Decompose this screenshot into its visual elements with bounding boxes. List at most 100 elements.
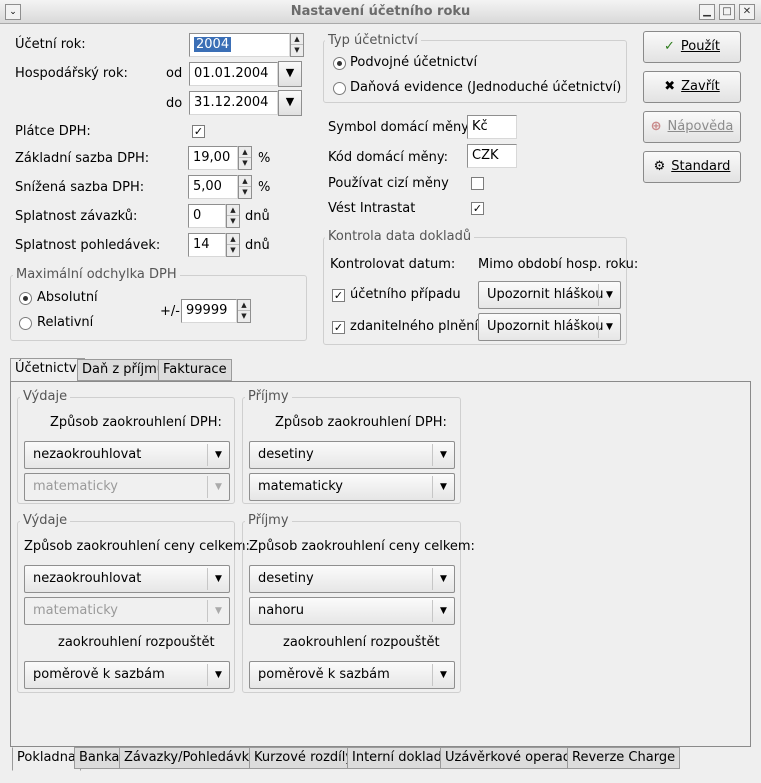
intrastat-label: Vést Intrastat (328, 201, 416, 216)
pouzit-button[interactable]: ✓ Použít (643, 31, 741, 63)
prijmy-rozpoustet-combo[interactable]: poměrově k sazbám ▼ (249, 661, 455, 689)
napoveda-button[interactable]: ⊕ Nápověda (643, 111, 741, 143)
od-date-input[interactable]: 01.01.2004 (189, 62, 278, 86)
dropdown-arrow-icon: ▼ (432, 600, 454, 622)
platce-dph-label: Plátce DPH: (15, 124, 91, 139)
prijmy-dph-combo[interactable]: desetiny ▼ (249, 441, 455, 469)
tab-zavazky-pohledavky[interactable]: Závazky/Pohledávky (119, 747, 262, 769)
ucetni-rok-spinner[interactable]: ▲ ▼ (290, 33, 304, 57)
vydaje-rozpoustet-combo[interactable]: poměrově k sazbám ▼ (24, 661, 230, 689)
dropdown-arrow-icon: ▼ (207, 600, 229, 622)
od-date-dropdown[interactable]: ▼ (278, 61, 302, 87)
kontrola-title: Kontrola data dokladů (325, 229, 475, 244)
cizi-meny-checkbox[interactable] (471, 177, 484, 190)
checkmark-icon: ✓ (663, 39, 675, 54)
zakladni-sazba-input[interactable]: 19,00 (188, 146, 238, 170)
prijmy-dph-title: Příjmy (245, 389, 292, 404)
tab-dan-z-prijmu[interactable]: Daň z příjmů (77, 359, 171, 381)
standard-button[interactable]: ⚙ Standard (643, 151, 741, 183)
hosp-rok-label: Hospodářský rok: (15, 66, 128, 81)
percent-label: % (258, 151, 271, 166)
percent-label: % (258, 180, 271, 195)
tab-ucetnictvi[interactable]: Účetnictví (10, 358, 86, 382)
minimize-icon[interactable]: ▁ (699, 4, 715, 20)
dropdown-arrow-icon: ▼ (432, 664, 454, 686)
vydaje-dph-combo[interactable]: nezaokrouhlovat ▼ (24, 441, 230, 469)
vydaje-rozpoustet-label: zaokrouhlení rozpouštět (58, 635, 215, 650)
snizena-sazba-spinner[interactable]: ▲ ▼ (238, 175, 252, 199)
intrastat-checkbox[interactable]: ✓ (471, 202, 484, 215)
max-odchylka-spinner[interactable]: ▲ ▼ (237, 299, 251, 323)
prijmy-cena-combo[interactable]: desetiny ▼ (249, 565, 455, 593)
ucetni-rok-label: Účetní rok: (15, 37, 86, 52)
splatnost-zavazku-spinner[interactable]: ▲ ▼ (226, 204, 240, 228)
dnu-label: dnů (245, 238, 270, 253)
do-label: do (166, 96, 183, 111)
snizena-sazba-input[interactable]: 5,00 (188, 175, 238, 199)
title-bar: ⌄ Nastavení účetního roku ▁ □ ✕ (0, 0, 761, 24)
zdanitelneho-plneni-checkbox[interactable]: ✓ (332, 321, 345, 334)
kod-meny-label: Kód domácí měny: (328, 150, 448, 165)
dropdown-arrow-icon: ▼ (432, 476, 454, 498)
dropdown-arrow-icon: ▼ (598, 316, 620, 338)
maximize-icon[interactable]: □ (719, 4, 735, 20)
tab-banka[interactable]: Banka (74, 747, 125, 769)
danova-label: Daňová evidence (Jednoduché účetnictví) (350, 80, 622, 95)
prijmy-cena-title: Příjmy (245, 513, 292, 528)
max-odchylka-frame (10, 275, 307, 341)
mimo-obdobi-label: Mimo období hosp. roku: (478, 257, 639, 272)
relativni-radio[interactable] (19, 317, 32, 330)
tab-pokladna[interactable]: Pokladna (12, 747, 81, 771)
dropdown-arrow-icon: ▼ (432, 444, 454, 466)
tab-uzaverkove-operace[interactable]: Uzávěrkové operace (440, 747, 583, 769)
symbol-meny-input[interactable]: Kč (467, 115, 517, 139)
prijmy-dph-label: Způsob zaokrouhlení DPH: (275, 415, 447, 430)
close-icon[interactable]: ✕ (739, 4, 755, 20)
ucetniho-pripadu-checkbox[interactable]: ✓ (332, 289, 345, 302)
absolutni-label: Absolutní (37, 290, 98, 305)
prijmy-dph-method-combo[interactable]: matematicky ▼ (249, 473, 455, 501)
plusminus-label: +/- (160, 304, 180, 319)
help-lifebuoy-icon: ⊕ (650, 119, 662, 134)
vydaje-cena-method-combo[interactable]: matematicky ▼ (24, 597, 230, 625)
dropdown-arrow-icon: ▼ (432, 568, 454, 590)
vydaje-cena-title: Výdaje (20, 513, 71, 528)
prijmy-cena-label: Způsob zaokrouhlení ceny celkem: (249, 539, 475, 554)
zavrit-button[interactable]: ✖ Zavřít (643, 71, 741, 103)
zdanitelneho-plneni-label: zdanitelného plnění (350, 319, 479, 334)
close-x-icon: ✖ (664, 79, 676, 94)
splatnost-zavazku-input[interactable]: 0 (188, 204, 226, 228)
max-odchylka-input[interactable]: 99999 (181, 299, 237, 323)
danova-radio[interactable] (333, 82, 346, 95)
tab-reverze-charge[interactable]: Reverze Charge (567, 747, 681, 769)
splatnost-pohledavek-input[interactable]: 14 (188, 233, 226, 257)
dropdown-arrow-icon: ▼ (598, 284, 620, 306)
do-date-input[interactable]: 31.12.2004 (189, 91, 278, 115)
vydaje-dph-method-combo[interactable]: matematicky ▼ (24, 473, 230, 501)
tab-fakturace[interactable]: Fakturace (158, 359, 232, 381)
ucetniho-pripadu-combo[interactable]: Upozornit hláškou ▼ (478, 281, 621, 309)
ucetni-rok-input[interactable]: 2004 (189, 33, 290, 57)
splatnost-pohledavek-spinner[interactable]: ▲ ▼ (226, 233, 240, 257)
dropdown-arrow-icon: ▼ (207, 664, 229, 686)
tab-kurzove-rozdily[interactable]: Kurzové rozdíly (249, 747, 359, 769)
ucetniho-pripadu-label: účetního případu (350, 287, 461, 302)
dropdown-arrow-icon: ▼ (207, 444, 229, 466)
dnu-label: dnů (245, 209, 270, 224)
dropdown-arrow-icon: ▼ (207, 568, 229, 590)
prijmy-rozpoustet-label: zaokrouhlení rozpouštět (283, 635, 440, 650)
prijmy-cena-method-combo[interactable]: nahoru ▼ (249, 597, 455, 625)
zdanitelneho-plneni-combo[interactable]: Upozornit hláškou ▼ (478, 313, 621, 341)
zakladni-sazba-spinner[interactable]: ▲ ▼ (238, 146, 252, 170)
symbol-meny-label: Symbol domácí měny: (328, 120, 473, 135)
typ-ucetnictvi-title: Typ účetnictví (325, 33, 421, 48)
vydaje-cena-combo[interactable]: nezaokrouhlovat ▼ (24, 565, 230, 593)
kod-meny-input[interactable]: CZK (467, 144, 517, 168)
tab-interni-doklady[interactable]: Interní doklady (347, 747, 455, 769)
platce-dph-checkbox[interactable]: ✓ (192, 125, 205, 138)
absolutni-radio[interactable] (19, 292, 32, 305)
podvojne-label: Podvojné účetnictví (350, 55, 478, 70)
do-date-dropdown[interactable]: ▼ (278, 90, 302, 116)
snizena-sazba-label: Snížená sazba DPH: (15, 180, 145, 195)
podvojne-radio[interactable] (333, 57, 346, 70)
